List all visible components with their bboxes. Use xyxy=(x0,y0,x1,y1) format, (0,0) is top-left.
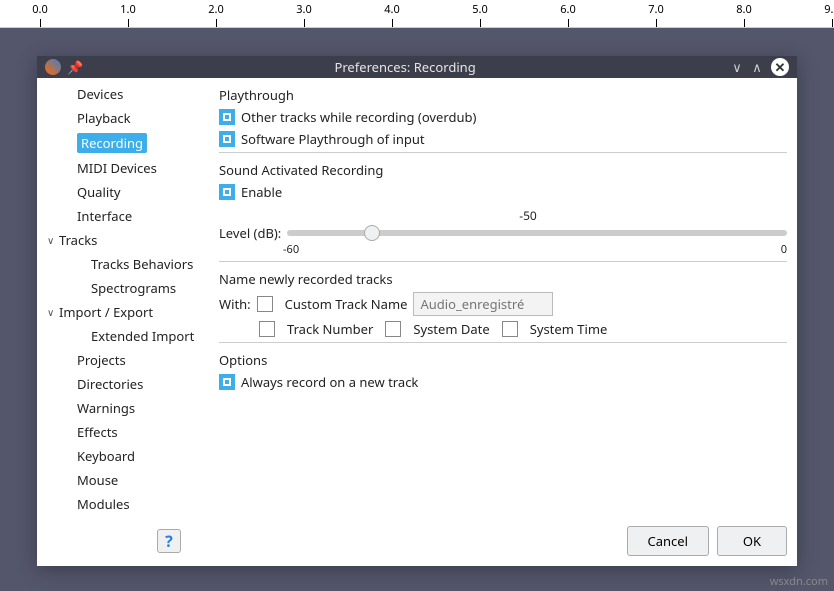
tree-item-midi-devices[interactable]: MIDI Devices xyxy=(37,156,209,180)
tree-item-projects[interactable]: Projects xyxy=(37,348,209,372)
ruler: 0.01.02.03.04.05.06.07.08.09.0 xyxy=(0,0,834,28)
group-options: Options xyxy=(219,351,787,369)
label-system-date: System Date xyxy=(413,320,489,338)
tree-item-label: MIDI Devices xyxy=(77,159,157,177)
checkbox-always-new-track[interactable] xyxy=(219,374,235,390)
tree-item-label: Modules xyxy=(77,495,130,513)
tree-item-label: Devices xyxy=(77,85,123,103)
preferences-dialog: 📌 Preferences: Recording ∨ ∧ ✕ Devices Pl… xyxy=(37,56,797,566)
tree-item-warnings[interactable]: Warnings xyxy=(37,396,209,420)
checkbox-custom-track-name[interactable] xyxy=(257,296,273,312)
checkbox-track-number[interactable] xyxy=(259,321,275,337)
tree-item-modules[interactable]: Modules xyxy=(37,492,209,516)
label-system-time: System Time xyxy=(530,320,608,338)
slider-thumb[interactable] xyxy=(364,225,380,241)
tree-item-import-export[interactable]: ∨Import / Export xyxy=(37,300,209,324)
preferences-tree[interactable]: Devices Playback Recording MIDI Devices Qual… xyxy=(37,78,209,516)
cancel-button[interactable]: Cancel xyxy=(627,526,709,556)
tree-item-label: Tracks xyxy=(59,231,97,249)
tree-item-label: Extended Import xyxy=(91,327,194,345)
checkbox-sar-enable[interactable] xyxy=(219,184,235,200)
tree-item-label: Keyboard xyxy=(77,447,135,465)
checkbox-software-playthrough[interactable] xyxy=(219,131,235,147)
tree-item-quality[interactable]: Quality xyxy=(37,180,209,204)
separator xyxy=(219,342,787,343)
tree-item-spectrograms[interactable]: Spectrograms xyxy=(37,276,209,300)
slider-min: -60 xyxy=(283,242,299,257)
tree-item-label: Effects xyxy=(77,423,118,441)
chevron-down-icon[interactable]: ∨ xyxy=(47,303,59,321)
tree-item-label: Spectrograms xyxy=(91,279,176,297)
checkbox-system-time[interactable] xyxy=(502,321,518,337)
label-track-number: Track Number xyxy=(287,320,373,338)
chevron-down-icon[interactable]: ∨ xyxy=(47,231,59,249)
app-backdrop: 📌 Preferences: Recording ∨ ∧ ✕ Devices Pl… xyxy=(0,28,834,591)
separator xyxy=(219,261,787,262)
label-sar-enable: Enable xyxy=(241,183,282,201)
dialog-title: Preferences: Recording xyxy=(83,58,727,76)
ok-button[interactable]: OK xyxy=(717,526,787,556)
label-software-playthrough: Software Playthrough of input xyxy=(241,130,425,148)
maximize-button[interactable]: ∧ xyxy=(747,57,767,77)
slider-value: -50 xyxy=(269,207,787,224)
label-with: With: xyxy=(219,295,251,313)
tree-item-tracks-behaviors[interactable]: Tracks Behaviors xyxy=(37,252,209,276)
tree-item-label: Projects xyxy=(77,351,126,369)
tree-item-interface[interactable]: Interface xyxy=(37,204,209,228)
slider-label: Level (dB): xyxy=(219,224,281,242)
minimize-button[interactable]: ∨ xyxy=(727,57,747,77)
checkbox-system-date[interactable] xyxy=(385,321,401,337)
tree-item-label: Mouse xyxy=(77,471,118,489)
tree-item-tracks[interactable]: ∨Tracks xyxy=(37,228,209,252)
tree-item-label: Recording xyxy=(77,133,147,153)
preferences-content: Playthrough Other tracks while recording… xyxy=(209,78,797,516)
label-overdub: Other tracks while recording (overdub) xyxy=(241,108,476,126)
label-always-new-track: Always record on a new track xyxy=(241,373,418,391)
group-naming: Name newly recorded tracks xyxy=(219,270,787,288)
tree-item-effects[interactable]: Effects xyxy=(37,420,209,444)
tree-item-directories[interactable]: Directories xyxy=(37,372,209,396)
app-icon xyxy=(45,59,61,75)
group-playthrough: Playthrough xyxy=(219,86,787,104)
tree-item-label: Directories xyxy=(77,375,143,393)
tree-item-devices[interactable]: Devices xyxy=(37,82,209,106)
help-button[interactable]: ? xyxy=(157,529,181,553)
separator xyxy=(219,152,787,153)
label-custom-track-name: Custom Track Name xyxy=(285,295,408,313)
tree-item-label: Playback xyxy=(77,109,131,127)
input-custom-track-name[interactable] xyxy=(413,292,553,316)
tree-item-playback[interactable]: Playback xyxy=(37,106,209,130)
tree-item-keyboard[interactable]: Keyboard xyxy=(37,444,209,468)
checkbox-overdub[interactable] xyxy=(219,109,235,125)
tree-item-mouse[interactable]: Mouse xyxy=(37,468,209,492)
tree-item-label: Warnings xyxy=(77,399,135,417)
tree-item-extended-import[interactable]: Extended Import xyxy=(37,324,209,348)
slider-max: 0 xyxy=(781,242,787,257)
dialog-footer: ? Cancel OK xyxy=(37,516,797,566)
close-button[interactable]: ✕ xyxy=(771,58,789,76)
tree-item-label: Import / Export xyxy=(59,303,153,321)
tree-item-label: Interface xyxy=(77,207,132,225)
watermark: wsxdn.com xyxy=(770,574,828,589)
tree-item-recording[interactable]: Recording xyxy=(37,130,209,156)
group-sar: Sound Activated Recording xyxy=(219,161,787,179)
tree-item-label: Quality xyxy=(77,183,121,201)
titlebar: 📌 Preferences: Recording ∨ ∧ ✕ xyxy=(37,56,797,78)
slider-level[interactable] xyxy=(287,230,787,236)
tree-item-label: Tracks Behaviors xyxy=(91,255,193,273)
pin-icon[interactable]: 📌 xyxy=(67,58,83,76)
